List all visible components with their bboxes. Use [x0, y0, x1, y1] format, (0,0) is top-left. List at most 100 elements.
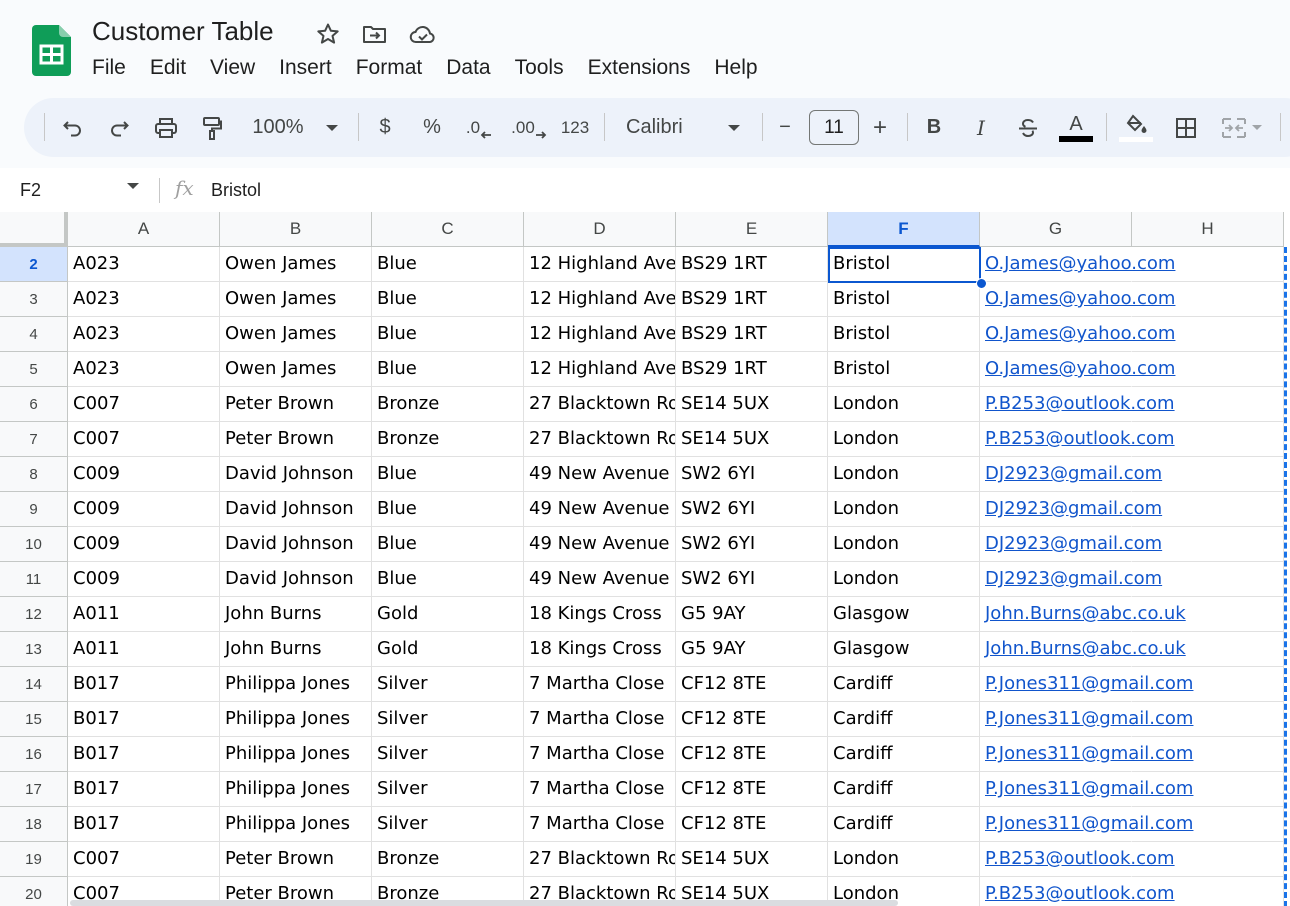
star-icon[interactable]: [314, 20, 342, 48]
cell-b[interactable]: Peter Brown: [220, 842, 372, 877]
cell-c[interactable]: Bronze: [372, 422, 524, 457]
name-box[interactable]: F2: [20, 177, 41, 203]
row-header[interactable]: 4: [0, 317, 68, 352]
cell-c[interactable]: Bronze: [372, 842, 524, 877]
email-link-cell[interactable]: DJ2923@gmail.com: [980, 527, 1162, 562]
row-header[interactable]: 20: [0, 877, 68, 906]
row-header[interactable]: 12: [0, 597, 68, 632]
cell-f[interactable]: Cardiff: [828, 807, 980, 842]
cell-b[interactable]: Owen James: [220, 282, 372, 317]
cell-e[interactable]: CF12 8TE: [676, 737, 828, 772]
text-color-button[interactable]: A: [1058, 111, 1094, 144]
cell-e[interactable]: SE14 5UX: [676, 387, 828, 422]
cell-f[interactable]: Bristol: [828, 282, 980, 317]
cell-d[interactable]: 12 Highland Ave: [524, 282, 676, 317]
cell-e[interactable]: G5 9AY: [676, 597, 828, 632]
row-header[interactable]: 9: [0, 492, 68, 527]
cell-d[interactable]: 7 Martha Close: [524, 807, 676, 842]
cell-a[interactable]: C007: [68, 422, 220, 457]
cell-h[interactable]: [1132, 562, 1284, 597]
cell-e[interactable]: CF12 8TE: [676, 807, 828, 842]
email-link-cell[interactable]: O.James@yahoo.com: [980, 282, 1175, 317]
cloud-saved-icon[interactable]: [409, 20, 437, 48]
cell-b[interactable]: Philippa Jones: [220, 737, 372, 772]
cell-f[interactable]: London: [828, 527, 980, 562]
column-header-d[interactable]: D: [524, 212, 676, 247]
cell-e[interactable]: SW2 6YI: [676, 527, 828, 562]
email-link-cell[interactable]: DJ2923@gmail.com: [980, 457, 1162, 492]
cell-f[interactable]: London: [828, 422, 980, 457]
select-all-corner[interactable]: [0, 212, 68, 247]
cell-e[interactable]: SE14 5UX: [676, 842, 828, 877]
cell-b[interactable]: Philippa Jones: [220, 667, 372, 702]
cell-a[interactable]: C009: [68, 562, 220, 597]
menu-insert[interactable]: Insert: [267, 53, 344, 83]
row-header[interactable]: 15: [0, 702, 68, 737]
cell-e[interactable]: BS29 1RT: [676, 317, 828, 352]
cell-b[interactable]: John Burns: [220, 632, 372, 667]
cell-h[interactable]: [1132, 772, 1284, 807]
row-header[interactable]: 10: [0, 527, 68, 562]
column-header-h[interactable]: H: [1132, 212, 1284, 247]
cell-b[interactable]: Peter Brown: [220, 387, 372, 422]
cell-e[interactable]: SW2 6YI: [676, 457, 828, 492]
cell-h[interactable]: [1132, 632, 1284, 667]
cell-h[interactable]: [1132, 282, 1284, 317]
cell-h[interactable]: [1132, 352, 1284, 387]
cell-a[interactable]: B017: [68, 702, 220, 737]
cell-f[interactable]: Cardiff: [828, 737, 980, 772]
cell-d[interactable]: 27 Blacktown Ro: [524, 422, 676, 457]
cell-b[interactable]: David Johnson: [220, 562, 372, 597]
cell-a[interactable]: A023: [68, 247, 220, 282]
cell-d[interactable]: 27 Blacktown Ro: [524, 387, 676, 422]
cell-d[interactable]: 49 New Avenue: [524, 457, 676, 492]
cell-c[interactable]: Gold: [372, 632, 524, 667]
cell-e[interactable]: CF12 8TE: [676, 772, 828, 807]
document-title[interactable]: Customer Table: [92, 14, 274, 48]
cell-d[interactable]: 49 New Avenue: [524, 527, 676, 562]
cell-h[interactable]: [1132, 597, 1284, 632]
row-header[interactable]: 18: [0, 807, 68, 842]
cell-f[interactable]: London: [828, 387, 980, 422]
percent-format-button[interactable]: %: [418, 111, 446, 144]
cell-a[interactable]: C009: [68, 457, 220, 492]
font-dropdown-icon[interactable]: [724, 111, 744, 144]
cell-c[interactable]: Silver: [372, 807, 524, 842]
cell-c[interactable]: Blue: [372, 562, 524, 597]
column-header-f[interactable]: F: [828, 212, 980, 247]
cell-d[interactable]: 12 Highland Ave: [524, 317, 676, 352]
cell-d[interactable]: 49 New Avenue: [524, 492, 676, 527]
email-link-cell[interactable]: P.B253@outlook.com: [980, 422, 1175, 457]
merge-cells-icon[interactable]: [1217, 111, 1267, 144]
formula-input[interactable]: Bristol: [211, 177, 261, 203]
zoom-select[interactable]: 100%: [246, 111, 310, 144]
cell-f[interactable]: Bristol: [828, 352, 980, 387]
cell-h[interactable]: [1132, 877, 1284, 906]
row-header[interactable]: 2: [0, 247, 68, 282]
cell-a[interactable]: A011: [68, 597, 220, 632]
paint-format-icon[interactable]: [196, 111, 228, 144]
cell-f[interactable]: London: [828, 842, 980, 877]
font-family-select[interactable]: Calibri: [626, 111, 696, 144]
cell-h[interactable]: [1132, 667, 1284, 702]
sheets-logo-icon[interactable]: [32, 25, 71, 76]
cell-b[interactable]: Peter Brown: [220, 422, 372, 457]
cell-c[interactable]: Silver: [372, 737, 524, 772]
cell-e[interactable]: CF12 8TE: [676, 702, 828, 737]
cell-h[interactable]: [1132, 317, 1284, 352]
column-header-e[interactable]: E: [676, 212, 828, 247]
row-header[interactable]: 5: [0, 352, 68, 387]
borders-icon[interactable]: [1171, 111, 1201, 144]
cell-h[interactable]: [1132, 807, 1284, 842]
cell-a[interactable]: A023: [68, 282, 220, 317]
font-size-input[interactable]: 11: [809, 110, 859, 145]
cell-b[interactable]: John Burns: [220, 597, 372, 632]
row-header[interactable]: 17: [0, 772, 68, 807]
email-link-cell[interactable]: DJ2923@gmail.com: [980, 492, 1162, 527]
cell-d[interactable]: 7 Martha Close: [524, 737, 676, 772]
cell-e[interactable]: SW2 6YI: [676, 492, 828, 527]
cell-b[interactable]: Owen James: [220, 317, 372, 352]
column-header-a[interactable]: A: [68, 212, 220, 247]
cell-f[interactable]: London: [828, 457, 980, 492]
fill-color-button[interactable]: [1118, 111, 1154, 144]
